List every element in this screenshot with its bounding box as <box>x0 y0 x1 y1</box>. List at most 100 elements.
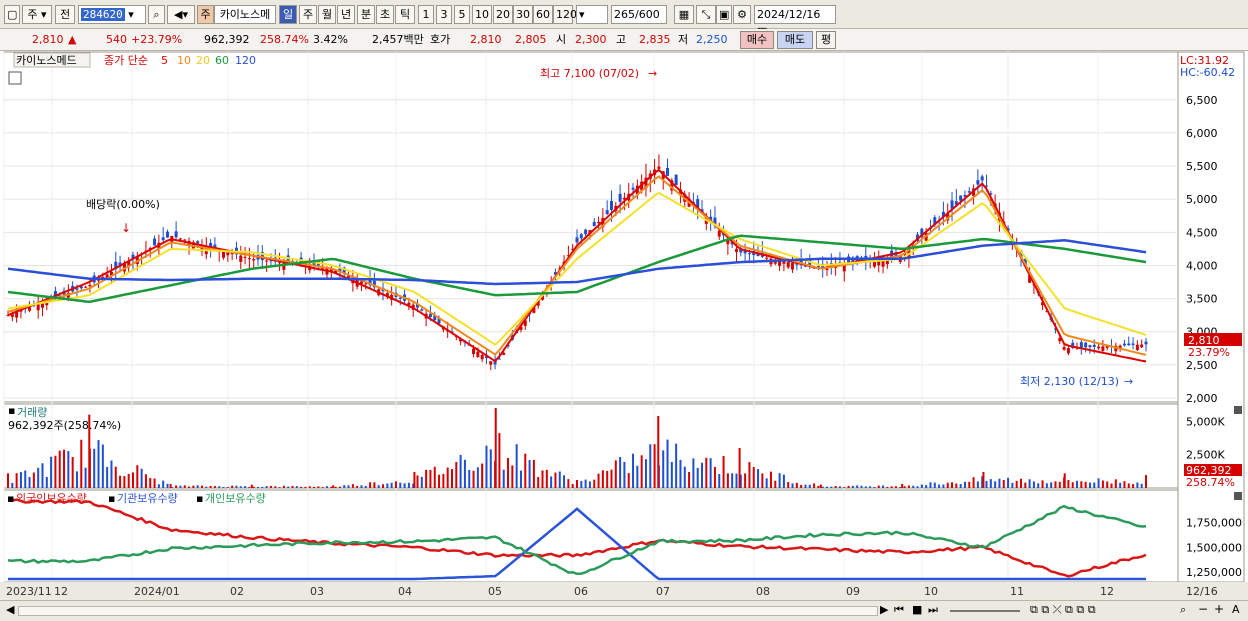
period-minute[interactable]: 분 <box>357 5 375 24</box>
volume-bar <box>420 476 423 488</box>
candle-body <box>84 286 88 288</box>
candle-body <box>239 255 243 262</box>
stock-chart[interactable]: 2,0002,5003,0003,5004,0004,5005,0005,500… <box>0 51 1248 600</box>
volume-bar <box>804 484 807 488</box>
volume-bar <box>390 482 393 488</box>
period-month[interactable]: 월 <box>318 5 336 24</box>
volume-bar <box>433 466 436 488</box>
count-input[interactable]: 265/600 <box>611 5 667 24</box>
mode-select[interactable]: 주 ▾ <box>22 5 52 24</box>
candle-body <box>674 174 678 185</box>
interval-30[interactable]: 30 <box>513 5 533 24</box>
interval-3[interactable]: 3 <box>436 5 452 24</box>
count-value: 265 <box>614 8 635 21</box>
holding-tick-label: 1,750,000 <box>1186 517 1242 530</box>
volume-bar <box>71 457 74 488</box>
indicator-icon[interactable]: ▦ <box>674 5 694 24</box>
dividend-annotation: 배당락(0.00%) <box>86 198 160 211</box>
candle-body <box>472 348 476 355</box>
change-value: 540 <box>106 33 127 46</box>
save-icon[interactable]: ▣ <box>716 5 732 24</box>
volume-bar <box>1097 478 1100 488</box>
volume-bar <box>136 465 139 488</box>
volume-bar <box>860 485 863 488</box>
stop-icon[interactable]: ■ <box>912 603 922 616</box>
volume-bar <box>901 484 904 488</box>
volume-bar <box>1037 483 1040 488</box>
volume-bar <box>778 473 781 488</box>
volume-bar <box>123 476 126 488</box>
volume-bar <box>300 486 303 488</box>
sell-button[interactable]: 매도 <box>777 31 813 49</box>
period-tick[interactable]: 틱 <box>395 5 415 24</box>
speaker-icon[interactable]: ◀▾ <box>167 5 195 24</box>
volume-bar <box>675 443 678 488</box>
holding-close-icon[interactable] <box>1234 492 1242 500</box>
eval-button[interactable]: 평 <box>816 31 836 49</box>
volume-bar <box>304 486 307 488</box>
custom-interval-input[interactable]: ▾ <box>576 5 608 24</box>
period-second[interactable]: 초 <box>376 5 394 24</box>
volume-bar <box>662 450 665 488</box>
line-tool-icon[interactable]: ⤡ <box>696 5 716 24</box>
font-icon[interactable]: A <box>1232 603 1240 616</box>
volume-bar <box>265 486 268 488</box>
last-icon[interactable]: ⏭ <box>928 603 938 617</box>
first-icon[interactable]: ⏮ <box>894 603 904 617</box>
volume-bar <box>989 479 992 488</box>
scroll-right-icon[interactable]: ▶ <box>880 603 888 616</box>
volume-bar <box>713 466 716 488</box>
plus-icon[interactable]: + <box>1214 602 1224 616</box>
volume-bar <box>688 471 691 488</box>
volume-bar <box>313 486 316 488</box>
volume-bar <box>929 482 932 488</box>
volume-bar <box>140 468 143 488</box>
candle-body <box>480 354 484 360</box>
table-icon[interactable] <box>8 71 22 85</box>
period-day[interactable]: 일 <box>279 5 297 24</box>
dividend-arrow-icon: ↓ <box>121 221 131 235</box>
volume-close-icon[interactable] <box>1234 406 1242 414</box>
gear-icon[interactable]: ⚙ <box>733 5 751 24</box>
interval-5[interactable]: 5 <box>454 5 470 24</box>
zoom-slider[interactable] <box>950 610 1020 612</box>
volume-bar <box>114 466 117 488</box>
window-icon[interactable]: ▢ <box>4 5 20 24</box>
price-tick-label: 3,500 <box>1186 293 1218 306</box>
scroll-left-icon[interactable]: ◀ <box>6 603 14 616</box>
interval-1[interactable]: 1 <box>418 5 434 24</box>
volume-bar <box>162 480 165 488</box>
buy-button[interactable]: 매수 <box>740 31 774 49</box>
volume-bar <box>847 485 850 488</box>
x-tick-label: 10 <box>924 585 938 598</box>
volume-bar <box>722 456 725 488</box>
prev-button[interactable]: 전 <box>55 5 75 24</box>
stock-code-input[interactable]: 284620 ▾ <box>78 5 146 24</box>
candle-body <box>734 248 738 253</box>
volume-bar <box>718 474 721 488</box>
tools-icon[interactable]: ⧉ ⧉ ⤫ ⧉ ⧉ ⧉ <box>1030 603 1096 617</box>
interval-60[interactable]: 60 <box>533 5 553 24</box>
volume-bar <box>295 486 298 488</box>
interval-10[interactable]: 10 <box>472 5 492 24</box>
volume-bar <box>537 477 540 488</box>
volume-bar <box>213 486 216 488</box>
count-total: /600 <box>635 8 660 21</box>
date-input[interactable]: 2024/12/16 ▦ <box>754 5 836 38</box>
zoom-icon[interactable]: ⌕ <box>1180 603 1186 617</box>
volume-bar <box>959 484 962 488</box>
search-icon[interactable]: ⌕ <box>148 5 165 24</box>
volume-bar <box>394 481 397 488</box>
minus-icon[interactable]: − <box>1198 602 1208 616</box>
period-week[interactable]: 주 <box>299 5 317 24</box>
volume-bar <box>218 486 221 488</box>
horizontal-scrollbar[interactable] <box>18 606 878 616</box>
legend-marker-1: ▪ <box>7 492 14 505</box>
period-year[interactable]: 년 <box>337 5 355 24</box>
volume-bar <box>58 450 61 488</box>
volume-bar <box>821 486 824 488</box>
volume-bar <box>606 470 609 488</box>
high-arrow-icon: → <box>648 67 657 80</box>
interval-120[interactable]: 120 <box>553 5 577 24</box>
interval-20[interactable]: 20 <box>493 5 513 24</box>
